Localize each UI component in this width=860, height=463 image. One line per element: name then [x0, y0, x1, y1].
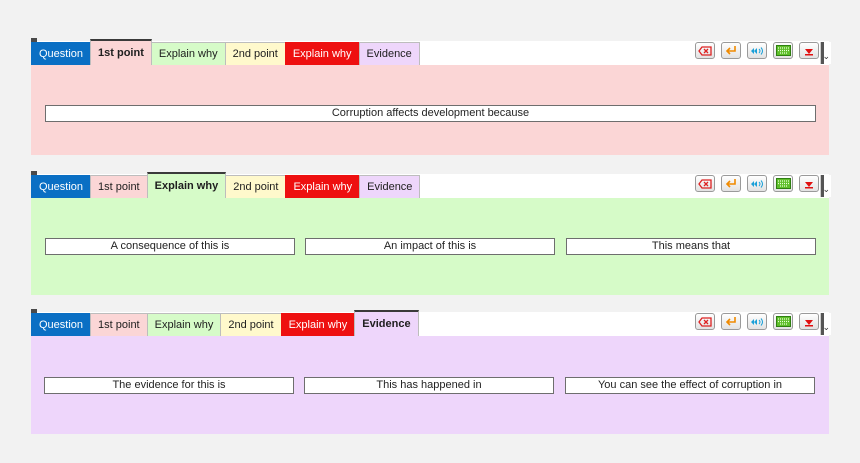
tab-explain-why-2[interactable]: Explain why: [280, 313, 356, 336]
tab-evidence[interactable]: Evidence: [354, 310, 419, 337]
audio-rewind-button[interactable]: [747, 313, 767, 330]
toolbar: ⌄: [689, 42, 831, 64]
return-button[interactable]: [721, 42, 741, 59]
sentence-starter-field[interactable]: A consequence of this is: [45, 238, 295, 255]
tab-1st-point[interactable]: 1st point: [90, 175, 148, 198]
tab-1st-point[interactable]: 1st point: [90, 313, 148, 336]
tab-bar: Question 1st point Explain why 2nd point…: [31, 171, 831, 199]
return-icon: [725, 46, 736, 55]
sentence-starter-field[interactable]: Corruption affects development because: [45, 105, 816, 122]
writing-frame-panel-explain-why: Question 1st point Explain why 2nd point…: [31, 171, 831, 295]
chevron-down-icon[interactable]: ⌄: [822, 185, 830, 194]
return-button[interactable]: [721, 175, 741, 192]
collapse-icon: [805, 48, 813, 55]
writing-frame-panel-1st-point: Question 1st point Explain why 2nd point…: [31, 38, 831, 155]
return-button[interactable]: [721, 313, 741, 330]
tab-bar: Question 1st point Explain why 2nd point…: [31, 38, 831, 66]
tab-list: Question 1st point Explain why 2nd point…: [31, 172, 421, 199]
tab-2nd-point[interactable]: 2nd point: [225, 175, 287, 198]
sentence-starter-field[interactable]: This means that: [566, 238, 816, 255]
tab-evidence[interactable]: Evidence: [359, 175, 421, 198]
tab-bar: Question 1st point Explain why 2nd point…: [31, 309, 831, 337]
backspace-icon: [698, 316, 712, 327]
writing-frame-panel-evidence: Question 1st point Explain why 2nd point…: [31, 309, 831, 434]
sentence-starter-field[interactable]: This has happened in: [304, 377, 554, 394]
keyboard-button[interactable]: [773, 175, 793, 192]
collapse-button[interactable]: [799, 42, 819, 59]
tab-list: Question 1st point Explain why 2nd point…: [31, 39, 420, 66]
backspace-button[interactable]: [695, 175, 715, 192]
keyboard-button[interactable]: [773, 313, 793, 330]
collapse-icon: [805, 319, 813, 326]
audio-rewind-icon: [751, 317, 763, 326]
tab-explain-why-1[interactable]: Explain why: [150, 42, 226, 65]
audio-rewind-button[interactable]: [747, 42, 767, 59]
chevron-down-icon[interactable]: ⌄: [822, 323, 830, 332]
audio-rewind-button[interactable]: [747, 175, 767, 192]
collapse-icon: [805, 181, 813, 188]
tab-2nd-point[interactable]: 2nd point: [224, 42, 286, 65]
chevron-down-icon[interactable]: ⌄: [822, 52, 830, 61]
tab-explain-why-1[interactable]: Explain why: [146, 313, 222, 336]
backspace-icon: [698, 178, 712, 189]
audio-rewind-icon: [751, 179, 763, 188]
audio-rewind-icon: [751, 46, 763, 55]
toolbar: ⌄: [689, 313, 831, 335]
keyboard-icon: [775, 45, 791, 56]
tab-1st-point[interactable]: 1st point: [90, 39, 152, 66]
keyboard-icon: [775, 178, 791, 189]
keyboard-button[interactable]: [773, 42, 793, 59]
scrollbar[interactable]: ⌄: [820, 42, 831, 64]
tab-question[interactable]: Question: [31, 42, 92, 65]
tab-question[interactable]: Question: [31, 175, 92, 198]
return-icon: [725, 179, 736, 188]
tab-2nd-point[interactable]: 2nd point: [220, 313, 282, 336]
tab-evidence[interactable]: Evidence: [358, 42, 420, 65]
collapse-button[interactable]: [799, 313, 819, 330]
tab-question[interactable]: Question: [31, 313, 92, 336]
sentence-starter-field[interactable]: You can see the effect of corruption in: [565, 377, 815, 394]
backspace-button[interactable]: [695, 42, 715, 59]
toolbar: ⌄: [689, 175, 831, 197]
scrollbar[interactable]: ⌄: [820, 313, 831, 335]
tab-explain-why-2[interactable]: Explain why: [284, 42, 360, 65]
return-icon: [725, 317, 736, 326]
scrollbar[interactable]: ⌄: [820, 175, 831, 197]
backspace-button[interactable]: [695, 313, 715, 330]
backspace-icon: [698, 45, 712, 56]
tab-explain-why-1[interactable]: Explain why: [146, 172, 227, 199]
sentence-starter-field[interactable]: An impact of this is: [305, 238, 555, 255]
panel-body: The evidence for this is This has happen…: [31, 336, 829, 434]
tab-explain-why-2[interactable]: Explain why: [285, 175, 361, 198]
panel-body: Corruption affects development because: [31, 65, 829, 155]
keyboard-icon: [775, 316, 791, 327]
tab-list: Question 1st point Explain why 2nd point…: [31, 310, 419, 337]
panel-body: A consequence of this is An impact of th…: [31, 198, 829, 295]
collapse-button[interactable]: [799, 175, 819, 192]
sentence-starter-field[interactable]: The evidence for this is: [44, 377, 294, 394]
